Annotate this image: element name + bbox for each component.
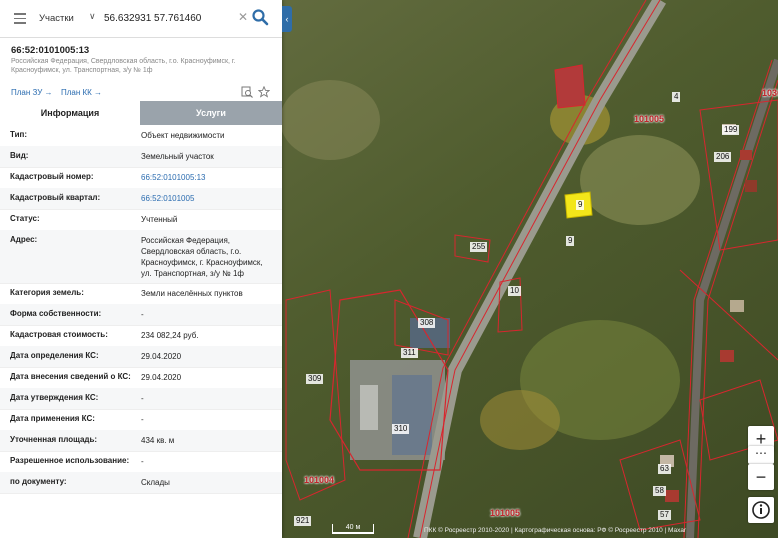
attribute-value: Объект недвижимости bbox=[141, 131, 225, 140]
quarter-label: 101005 bbox=[634, 114, 665, 124]
parcel-label-58[interactable]: 58 bbox=[653, 486, 666, 496]
search-bar: Участки ∨ ✕ bbox=[0, 0, 282, 38]
attribute-key: Кадастровый квартал: bbox=[10, 193, 101, 202]
chevron-down-icon[interactable]: ∨ bbox=[89, 11, 96, 22]
attribute-value: 29.04.2020 bbox=[141, 373, 182, 382]
parcel-address: Российская Федерация, Свердловская облас… bbox=[11, 58, 236, 74]
parcel-label-255[interactable]: 255 bbox=[470, 242, 488, 252]
attribute-row: Уточненная площадь: 434 кв. м bbox=[0, 430, 282, 452]
parcel-label-9[interactable]: 9 bbox=[566, 236, 575, 246]
attribute-value: 234 082,24 руб. bbox=[141, 331, 199, 340]
parcel-label-206[interactable]: 206 bbox=[714, 152, 732, 162]
attribute-key: Дата утверждения КС: bbox=[10, 393, 99, 402]
attribute-row: Дата применения КС: - bbox=[0, 409, 282, 431]
attribute-row: Вид: Земельный участок bbox=[0, 146, 282, 168]
map-scale: 40 м bbox=[332, 524, 374, 534]
attribute-key: Тип: bbox=[10, 130, 27, 139]
attribute-value: - bbox=[141, 457, 144, 466]
plan-zu-link[interactable]: План ЗУ → bbox=[11, 88, 53, 97]
collapse-panel-button[interactable]: ‹ bbox=[282, 6, 292, 32]
attribute-row: Категория земель: Земли населённых пункто… bbox=[0, 283, 282, 305]
search-type-select[interactable]: Участки bbox=[39, 13, 74, 24]
attribute-key: по документу: bbox=[10, 477, 67, 486]
star-icon[interactable] bbox=[258, 86, 270, 98]
info-icon bbox=[752, 501, 770, 519]
attribute-value: 434 кв. м bbox=[141, 436, 175, 445]
info-button[interactable] bbox=[748, 497, 774, 523]
attribute-key: Категория земель: bbox=[10, 288, 84, 297]
attribute-key: Адрес: bbox=[10, 235, 38, 244]
more-icon[interactable]: ⋯ bbox=[748, 446, 774, 464]
attribute-key: Вид: bbox=[10, 151, 29, 160]
attribute-value: Земли населённых пунктов bbox=[141, 289, 243, 298]
clear-icon[interactable]: ✕ bbox=[238, 10, 248, 24]
attribute-key: Кадастровый номер: bbox=[10, 172, 94, 181]
attribute-key: Дата применения КС: bbox=[10, 414, 95, 423]
parcel-label-63[interactable]: 63 bbox=[658, 464, 671, 474]
attribute-key: Дата внесения сведений о КС: bbox=[10, 372, 131, 381]
attribute-value-link[interactable]: 66:52:0101005 bbox=[141, 193, 275, 204]
attribute-value: - bbox=[141, 415, 144, 424]
map-attribution: ПКК © Росреестр 2010-2020 | Картографиче… bbox=[424, 527, 687, 534]
attribute-row: Адрес: Российская Федерация, Свердловская… bbox=[0, 230, 282, 284]
menu-icon[interactable] bbox=[14, 13, 26, 24]
parcel-label-310[interactable]: 310 bbox=[392, 424, 410, 434]
find-on-map-icon[interactable] bbox=[241, 86, 253, 98]
attribute-value: Склады bbox=[141, 478, 170, 487]
attribute-value: 29.04.2020 bbox=[141, 352, 182, 361]
attribute-row: Разрешенное использование: - bbox=[0, 451, 282, 473]
parcel-label-311[interactable]: 311 bbox=[401, 348, 418, 358]
attribute-row: по документу: Склады bbox=[0, 472, 282, 494]
attribute-row: Статус: Учтенный bbox=[0, 209, 282, 231]
parcel-label-921[interactable]: 921 bbox=[294, 516, 312, 526]
attribute-row: Форма собственности: - bbox=[0, 304, 282, 326]
parcel-number: 66:52:0101005:13 bbox=[11, 45, 90, 56]
attribute-key: Статус: bbox=[10, 214, 40, 223]
parcel-label-308[interactable]: 308 bbox=[418, 318, 436, 328]
info-panel: Участки ∨ ✕ 66:52:0101005:13 Российская … bbox=[0, 0, 282, 538]
parcel-label-57[interactable]: 57 bbox=[658, 510, 671, 520]
attribute-row: Кадастровый квартал: 66:52:0101005 bbox=[0, 188, 282, 210]
attribute-row: Тип: Объект недвижимости bbox=[0, 125, 282, 147]
attribute-row: Дата утверждения КС: - bbox=[0, 388, 282, 410]
plan-kk-link[interactable]: План КК → bbox=[61, 88, 102, 97]
parcel-label-4[interactable]: 4 bbox=[672, 92, 681, 102]
attribute-key: Кадастровая стоимость: bbox=[10, 330, 108, 339]
quarter-label: 1036 bbox=[762, 88, 778, 98]
parcel-label-199[interactable]: 199 bbox=[722, 125, 740, 135]
attribute-value: - bbox=[141, 394, 144, 403]
attribute-row: Дата внесения сведений о КС: 29.04.2020 bbox=[0, 367, 282, 389]
attribute-key: Уточненная площадь: bbox=[10, 435, 98, 444]
search-icon[interactable] bbox=[251, 8, 269, 26]
attribute-row: Кадастровая стоимость: 234 082,24 руб. bbox=[0, 325, 282, 347]
attribute-key: Дата определения КС: bbox=[10, 351, 99, 360]
quarter-label: 101004 bbox=[304, 475, 335, 485]
attribute-key: Разрешенное использование: bbox=[10, 456, 130, 465]
tab-bar: Информация Услуги bbox=[0, 101, 282, 127]
attribute-key: Форма собственности: bbox=[10, 309, 102, 318]
search-input[interactable] bbox=[104, 9, 234, 27]
parcel-label-309[interactable]: 309 bbox=[306, 374, 324, 384]
parcel-label-selected[interactable]: 9 bbox=[576, 200, 585, 210]
attribute-value: Российская Федерация, Свердловская облас… bbox=[141, 236, 263, 278]
attribute-row: Дата определения КС: 29.04.2020 bbox=[0, 346, 282, 368]
attribute-value-link[interactable]: 66:52:0101005:13 bbox=[141, 172, 275, 183]
attribute-value: Земельный участок bbox=[141, 152, 214, 161]
quarter-label: 101005 bbox=[490, 508, 521, 518]
attribute-row: Кадастровый номер: 66:52:0101005:13 bbox=[0, 167, 282, 189]
parcel-label-10[interactable]: 10 bbox=[508, 286, 521, 296]
zoom-out-button[interactable]: − bbox=[748, 464, 774, 490]
tab-info[interactable]: Информация bbox=[0, 101, 140, 127]
attribute-value: Учтенный bbox=[141, 215, 178, 224]
tab-services[interactable]: Услуги bbox=[140, 101, 282, 125]
attribute-value: - bbox=[141, 310, 144, 319]
